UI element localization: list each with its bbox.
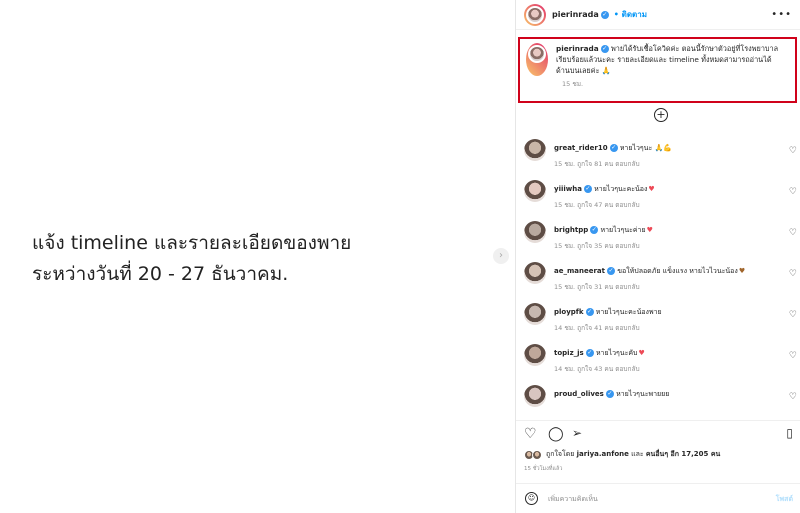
add-comment-bar: ☺ เพิ่มความคิดเห็น โพสต์ [516,483,800,513]
comment-text: หายไวๆนะพายยย [613,390,670,398]
comment-text: หายไวๆนะค่าย [598,226,646,234]
comment-like-icon[interactable]: ♡ [789,392,797,402]
comment-username[interactable]: topiz_js [554,349,584,357]
comment-meta[interactable]: 15 ชม. ถูกใจ 47 คน ตอบกลับ [554,200,640,210]
post-sidebar: pierinrada ✓ • ติดตาม ••• pierinrada ✓ พา… [515,0,800,513]
verified-badge-icon: ✓ [585,349,594,357]
heart-emoji-icon: ♥ [638,349,645,357]
caption-timestamp[interactable]: 15 ชม. [562,79,789,89]
comment-body: ae_maneerat ✓ ขอให้ปลอดภัย แข็งแรง หายไวไ… [554,266,745,276]
verified-badge-icon: ✓ [585,308,594,316]
liker-avatar [532,449,542,460]
comment-body: yiiiwha ✓ หายไวๆนะคะน้อง♥ [554,184,655,194]
comment-username[interactable]: ploypfk [554,308,584,316]
follow-button[interactable]: • ติดตาม [614,8,647,21]
comment-row: brightpp ✓ หายไวๆนะค่าย♥ 15 ชม. ถูกใจ 35 ค… [524,218,799,259]
comment-username[interactable]: proud_olives [554,390,604,398]
next-arrow-icon[interactable]: › [493,248,509,264]
comment-avatar[interactable] [524,180,546,202]
post-text-line-1: แจ้ง timeline และรายละเอียดของพาย [32,232,352,254]
comment-body: proud_olives ✓ หายไวๆนะพายยย [554,389,669,399]
comment-text: ขอให้ปลอดภัย แข็งแรง หายไวไวนะน้อง [615,267,738,275]
verified-badge-icon: ✓ [607,267,615,275]
likes-middle: และ [628,450,646,458]
heart-emoji-icon: ♥ [646,226,653,234]
action-bar: ♡ ◯ ➢ ▯ [516,420,800,446]
comment-like-icon[interactable]: ♡ [789,146,797,156]
comment-meta[interactable]: 15 ชม. ถูกใจ 81 คน ตอบกลับ [554,159,640,169]
comment-row: great_rider10 ✓ หายไวๆนะ 🙏💪 15 ชม. ถูกใจ 8… [524,136,799,177]
comment-input[interactable]: เพิ่มความคิดเห็น [548,494,598,505]
comment-username[interactable]: yiiiwha [554,185,582,193]
comment-text: หายไวๆนะ 🙏💪 [617,144,672,152]
caption-text: pierinrada ✓ พายได้รับเชื้อโควิดค่ะ ตอนนี… [556,43,784,76]
heart-emoji-icon: ♥ [648,185,655,193]
verified-badge-icon: ✓ [600,45,609,53]
comment-avatar[interactable] [524,221,546,243]
post-age[interactable]: 15 ชั่วโมงที่แล้ว [524,465,562,473]
comment-row: proud_olives ✓ หายไวๆนะพายยย ♡ [524,382,799,423]
likes-prefix: ถูกใจโดย [546,450,577,458]
comment-username[interactable]: brightpp [554,226,588,234]
likes-summary: ถูกใจโดย jariya.anfone และ คนอื่นๆ อีก 1… [524,449,720,460]
comment-meta[interactable]: 14 ชม. ถูกใจ 43 คน ตอบกลับ [554,364,640,374]
post-image: แจ้ง timeline และรายละเอียดของพาย ระหว่า… [0,0,515,513]
comment-body: topiz_js ✓ หายไวๆนะคับ♥ [554,348,645,358]
post-header: pierinrada ✓ • ติดตาม ••• [516,0,800,30]
caption-avatar[interactable] [528,45,546,63]
comment-row: yiiiwha ✓ หายไวๆนะคะน้อง♥ 15 ชม. ถูกใจ 47 … [524,177,799,218]
comment-text: หายไวๆนะคะน้องพาย [593,308,662,316]
comment-avatar[interactable] [524,139,546,161]
comment-like-icon[interactable]: ♡ [789,310,797,320]
post-text-line-2: ระหว่างวันที่ 20 - 27 ธันวาคม. [32,263,289,285]
comment-row: ae_maneerat ✓ ขอให้ปลอดภัย แข็งแรง หายไวไ… [524,259,799,300]
comment-bubble-icon[interactable]: ◯ [548,426,564,442]
verified-badge-icon: ✓ [600,10,609,19]
avatar-ring[interactable] [524,3,546,26]
comment-list: great_rider10 ✓ หายไวๆนะ 🙏💪 15 ชม. ถูกใจ 8… [524,136,799,423]
comment-row: topiz_js ✓ หายไวๆนะคับ♥ 14 ชม. ถูกใจ 43 คน… [524,341,799,382]
header-username[interactable]: pierinrada [552,10,599,19]
caption-highlight: pierinrada ✓ พายได้รับเชื้อโควิดค่ะ ตอนนี… [518,37,797,103]
comment-like-icon[interactable]: ♡ [789,187,797,197]
comment-body: great_rider10 ✓ หายไวๆนะ 🙏💪 [554,143,672,153]
comment-row: ploypfk ✓ หายไวๆนะคะน้องพาย 14 ชม. ถูกใจ 4… [524,300,799,341]
caption-username[interactable]: pierinrada [556,44,599,53]
likes-user-link[interactable]: jariya.anfone [577,450,629,458]
comment-username[interactable]: great_rider10 [554,144,608,152]
comment-like-icon[interactable]: ♡ [789,228,797,238]
comment-avatar[interactable] [524,262,546,284]
comment-meta[interactable]: 15 ชม. ถูกใจ 35 คน ตอบกลับ [554,241,640,251]
verified-badge-icon: ✓ [605,390,614,398]
verified-badge-icon: ✓ [609,144,618,152]
avatar[interactable] [526,5,544,24]
emoji-picker-icon[interactable]: ☺ [525,492,538,505]
share-icon[interactable]: ➢ [572,426,582,440]
likes-others-link[interactable]: คนอื่นๆ อีก 17,205 คน [646,450,720,458]
comment-like-icon[interactable]: ♡ [789,351,797,361]
load-more-comments-icon[interactable]: + [654,108,668,122]
comment-body: brightpp ✓ หายไวๆนะค่าย♥ [554,225,653,235]
comment-meta[interactable]: 15 ชม. ถูกใจ 31 คน ตอบกลับ [554,282,640,292]
like-heart-icon[interactable]: ♡ [524,426,537,442]
comment-like-icon[interactable]: ♡ [789,269,797,279]
bookmark-icon[interactable]: ▯ [786,426,793,440]
comment-avatar[interactable] [524,303,546,325]
verified-badge-icon: ✓ [583,185,592,193]
post-image-text: แจ้ง timeline และรายละเอียดของพาย ระหว่า… [32,228,351,290]
comment-avatar[interactable] [524,344,546,366]
caption-avatar-ring[interactable] [526,43,548,76]
caption: pierinrada ✓ พายได้รับเชื้อโควิดค่ะ ตอนนี… [526,43,789,76]
more-options-icon[interactable]: ••• [771,9,792,20]
comment-avatar[interactable] [524,385,546,407]
heart-emoji-icon: ♥ [738,267,746,275]
comment-text: หายไวๆนะคับ [593,349,638,357]
comment-text: หายไวๆนะคะน้อง [591,185,648,193]
comment-body: ploypfk ✓ หายไวๆนะคะน้องพาย [554,307,662,317]
likes-text: ถูกใจโดย jariya.anfone และ คนอื่นๆ อีก 1… [546,449,720,460]
comment-meta[interactable]: 14 ชม. ถูกใจ 41 คน ตอบกลับ [554,323,640,333]
comment-username[interactable]: ae_maneerat [554,267,605,275]
post-comment-button[interactable]: โพสต์ [776,494,793,505]
